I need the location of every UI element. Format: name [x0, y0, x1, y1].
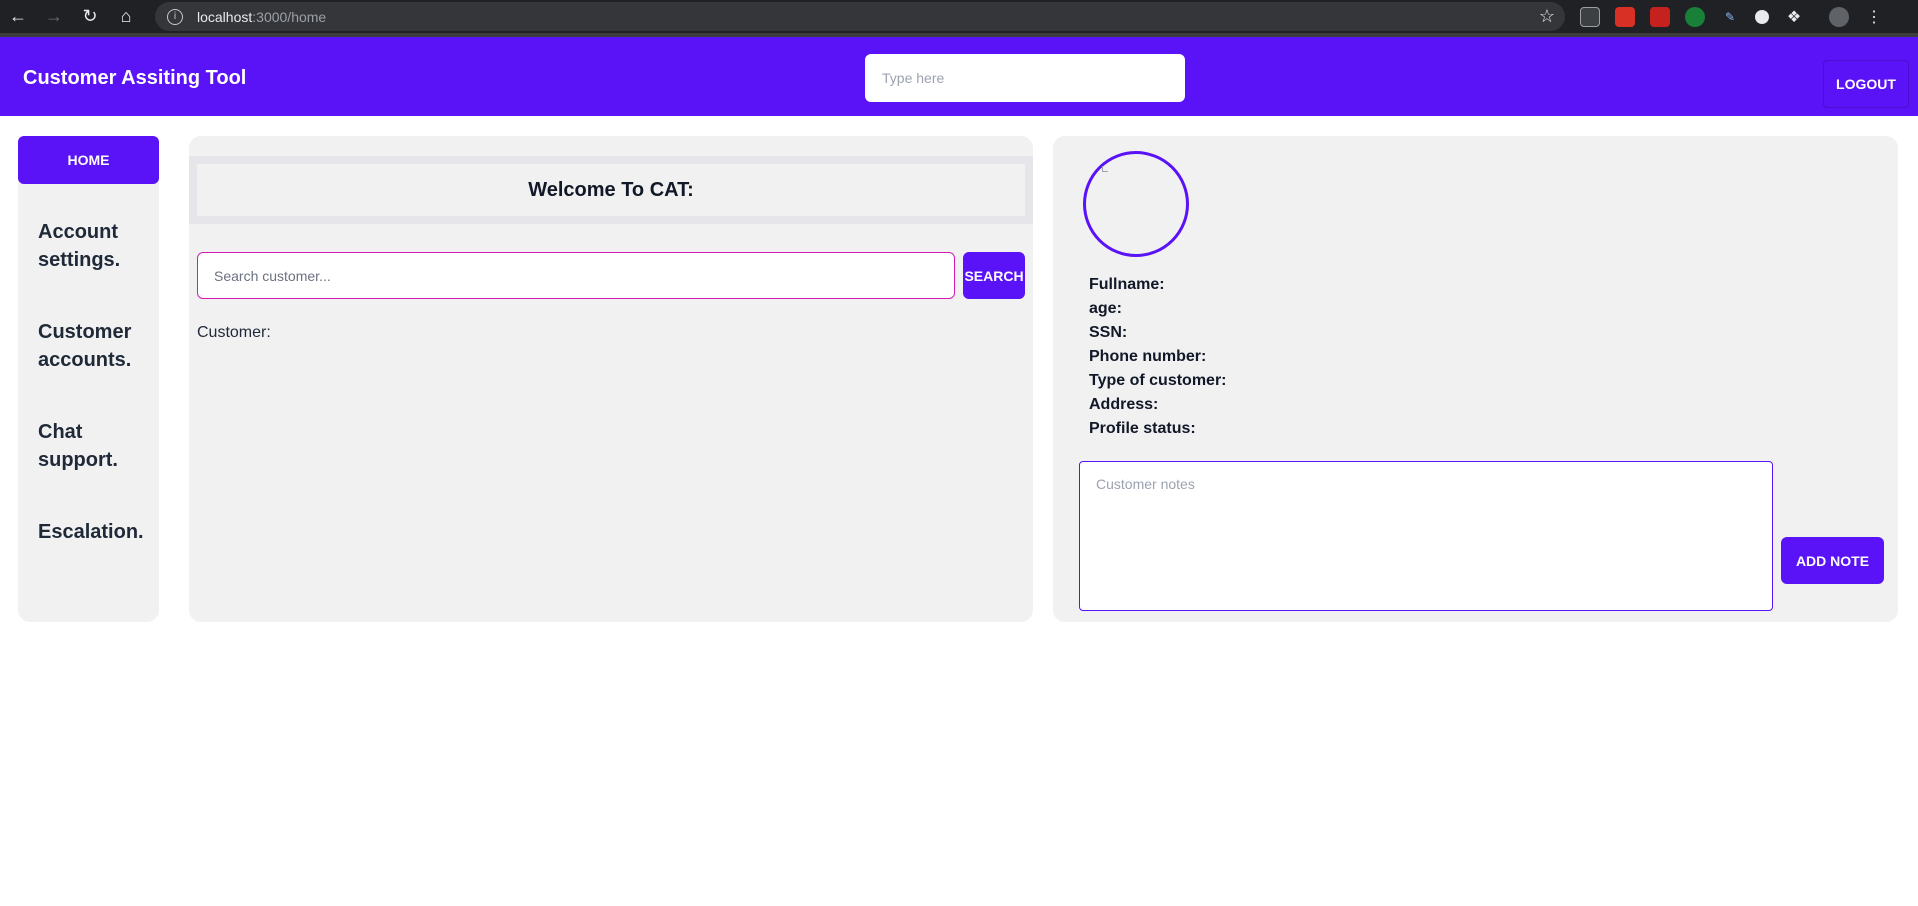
- page-title: Welcome To CAT:: [197, 164, 1025, 216]
- profile-panel: Fullname: age: SSN: Phone number: Type o…: [1053, 136, 1898, 622]
- customer-notes-textarea[interactable]: [1079, 461, 1773, 611]
- field-type-of-customer: Type of customer:: [1089, 372, 1227, 389]
- extension-icon[interactable]: [1650, 6, 1670, 27]
- forward-icon[interactable]: →: [36, 0, 72, 33]
- profile-icon[interactable]: [1829, 6, 1849, 27]
- extension-icon[interactable]: [1755, 9, 1769, 24]
- field-ssn: SSN:: [1089, 324, 1128, 341]
- address-bar[interactable]: i localhost:3000/home ☆: [155, 2, 1565, 31]
- app-title: Customer Assiting Tool: [23, 67, 247, 89]
- tree-extension-icon[interactable]: [1685, 6, 1705, 27]
- field-age: age:: [1089, 300, 1122, 317]
- sidebar-item-chat-support[interactable]: Chat support.: [38, 418, 153, 474]
- field-profile-status: Profile status:: [1089, 420, 1196, 437]
- eyedropper-icon[interactable]: ✎: [1720, 6, 1740, 27]
- welcome-banner: Welcome To CAT:: [189, 156, 1033, 224]
- profile-fields: Fullname: age: SSN: Phone number: Type o…: [1089, 273, 1227, 441]
- customer-label: Customer:: [197, 324, 271, 341]
- main-panel: Welcome To CAT: SEARCH Customer:: [189, 136, 1033, 622]
- sidebar-item-home[interactable]: HOME: [18, 136, 159, 184]
- menu-icon[interactable]: ⋮: [1864, 6, 1884, 27]
- field-fullname: Fullname:: [1089, 276, 1165, 293]
- sidebar-item-customer-accounts[interactable]: Customer accounts.: [38, 318, 153, 374]
- field-address: Address:: [1089, 396, 1159, 413]
- broken-image-icon: [1102, 166, 1108, 172]
- extension-icon[interactable]: [1615, 6, 1635, 27]
- home-icon[interactable]: ⌂: [108, 0, 144, 33]
- sidebar-item-account-settings[interactable]: Account settings.: [38, 218, 153, 274]
- star-icon[interactable]: ☆: [1539, 6, 1555, 27]
- sidebar-item-escalation[interactable]: Escalation.: [38, 518, 153, 546]
- reload-icon[interactable]: ↻: [72, 0, 108, 33]
- extensions-icon[interactable]: ❖: [1784, 6, 1804, 27]
- qr-extension-icon[interactable]: [1580, 6, 1600, 27]
- logout-button[interactable]: LOGOUT: [1823, 60, 1909, 108]
- field-phone-number: Phone number:: [1089, 348, 1207, 365]
- url-text[interactable]: localhost:3000/home: [197, 9, 326, 25]
- search-customer-input[interactable]: [197, 252, 955, 299]
- browser-toolbar: ← → ↻ ⌂ i localhost:3000/home ☆ ✎ ❖ ⋮: [0, 0, 1918, 33]
- extensions-bar: ✎ ❖ ⋮: [1580, 0, 1884, 33]
- info-icon[interactable]: i: [167, 8, 183, 25]
- search-button[interactable]: SEARCH: [963, 252, 1025, 299]
- header-search-input[interactable]: [865, 54, 1185, 102]
- sidebar: HOME Account settings. Customer accounts…: [18, 136, 159, 622]
- back-icon[interactable]: ←: [0, 0, 36, 33]
- avatar: [1083, 151, 1189, 257]
- app-header: Customer Assiting Tool LOGOUT: [0, 37, 1918, 116]
- add-note-button[interactable]: ADD NOTE: [1781, 537, 1884, 584]
